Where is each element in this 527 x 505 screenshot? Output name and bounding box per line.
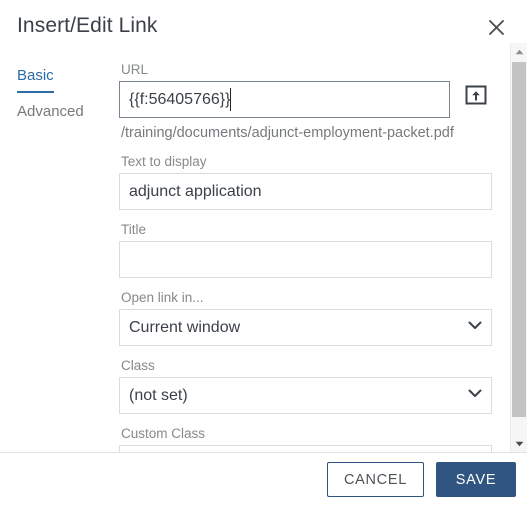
dialog-tabs: Basic Advanced bbox=[17, 62, 112, 126]
open-link-in-label: Open link in... bbox=[121, 290, 204, 305]
custom-class-label: Custom Class bbox=[121, 426, 206, 441]
scrollbar-thumb[interactable] bbox=[512, 62, 526, 417]
title-input[interactable] bbox=[119, 241, 492, 278]
text-to-display-input[interactable] bbox=[119, 173, 492, 210]
open-link-in-value[interactable]: Current window bbox=[119, 309, 492, 346]
text-caret bbox=[230, 88, 231, 111]
insert-edit-link-dialog: Insert/Edit Link Basic Advanced URL {{f:… bbox=[0, 0, 527, 505]
url-label: URL bbox=[121, 62, 149, 77]
url-input-wrap bbox=[119, 81, 450, 118]
tab-advanced[interactable]: Advanced bbox=[17, 98, 84, 126]
url-helper-path: /training/documents/adjunct-employment-p… bbox=[121, 125, 454, 141]
close-icon[interactable] bbox=[483, 14, 509, 40]
dialog-footer: CANCEL SAVE bbox=[0, 453, 527, 505]
tab-basic[interactable]: Basic bbox=[17, 62, 54, 93]
scroll-up-arrow-icon[interactable] bbox=[511, 43, 527, 60]
link-form: URL /training/documents/adjunct-employme… bbox=[119, 61, 494, 482]
title-label: Title bbox=[121, 222, 147, 237]
class-label: Class bbox=[121, 358, 155, 373]
url-input[interactable] bbox=[119, 81, 450, 118]
open-link-in-select[interactable]: Current window bbox=[119, 309, 492, 346]
scroll-down-arrow-icon[interactable] bbox=[511, 435, 527, 452]
tab-row-advanced: Advanced bbox=[17, 98, 112, 126]
dialog-body: Basic Advanced URL {{f:56405766}} /train… bbox=[0, 43, 527, 482]
page-title: Insert/Edit Link bbox=[17, 14, 158, 37]
open-file-browser-icon[interactable] bbox=[463, 82, 489, 108]
class-value[interactable]: (not set) bbox=[119, 377, 492, 414]
save-button[interactable]: SAVE bbox=[436, 462, 516, 497]
class-select[interactable]: (not set) bbox=[119, 377, 492, 414]
cancel-button[interactable]: CANCEL bbox=[326, 462, 424, 497]
dialog-scrollbar[interactable] bbox=[510, 43, 527, 452]
tab-row-basic: Basic bbox=[17, 62, 112, 93]
text-to-display-label: Text to display bbox=[121, 154, 207, 169]
url-row bbox=[119, 81, 492, 118]
